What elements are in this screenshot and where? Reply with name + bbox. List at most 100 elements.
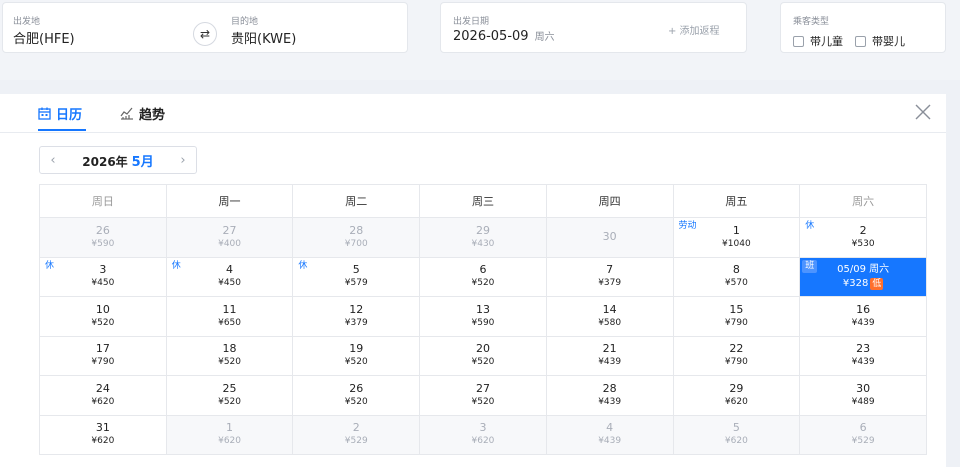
calendar-day[interactable]: 25 ¥520: [165, 375, 294, 416]
day-price: ¥529: [344, 436, 368, 447]
day-number: 13: [475, 302, 490, 316]
calendar-day[interactable]: 7 ¥379: [545, 256, 674, 297]
day-price: ¥520: [471, 357, 495, 368]
prev-month-chevron-icon[interactable]: ‹: [40, 153, 66, 168]
calendar-day[interactable]: 21 ¥439: [545, 335, 674, 376]
calendar-day[interactable]: 12 ¥379: [292, 296, 421, 337]
weekday-header: 周五: [672, 184, 801, 218]
swap-icon[interactable]: ⇄: [193, 22, 217, 46]
with-infant-label: 带婴儿: [872, 35, 905, 48]
calendar-day[interactable]: 26 ¥520: [292, 375, 421, 416]
calendar-day[interactable]: 14 ¥580: [545, 296, 674, 337]
destination-label: 目的地: [231, 17, 259, 27]
with-child-checkbox[interactable]: 带儿童: [793, 33, 843, 49]
day-number: 17: [95, 342, 110, 356]
calendar-day[interactable]: 29 ¥430: [419, 217, 547, 258]
with-infant-checkbox[interactable]: 带婴儿: [855, 33, 905, 49]
day-number: 2: [352, 421, 360, 435]
passenger-box: 乘客类型 带儿童 带婴儿: [780, 2, 946, 53]
day-price-line: ¥489: [800, 396, 926, 409]
calendar-day[interactable]: 10 ¥520: [39, 296, 167, 337]
day-number: 4: [226, 263, 234, 277]
calendar-day[interactable]: 6 ¥520: [419, 256, 547, 297]
calendar-day[interactable]: 17 ¥790: [39, 335, 167, 376]
calendar-day-selected[interactable]: 班 05/09 周六 ¥328 低: [799, 256, 927, 297]
month-navigator: ‹ 2026年 5月 ›: [39, 146, 197, 174]
year-text: 2026年: [82, 154, 128, 169]
calendar-day[interactable]: 30 ¥489: [799, 375, 927, 416]
close-icon[interactable]: [914, 103, 932, 121]
tab-trend-label: 趋势: [139, 108, 166, 123]
day-number: 26: [95, 223, 110, 237]
calendar-day[interactable]: 26 ¥590: [39, 217, 167, 258]
day-price: ¥379: [344, 317, 368, 328]
day-price-line: ¥579: [293, 277, 419, 290]
calendar-day[interactable]: 27 ¥520: [419, 375, 547, 416]
calendar-day[interactable]: 18 ¥520: [165, 335, 294, 376]
day-number: 4: [606, 421, 614, 435]
calendar-day[interactable]: 休 2 ¥530: [799, 217, 927, 258]
calendar-day[interactable]: 休 5 ¥579: [292, 256, 421, 297]
departure-value[interactable]: 合肥(HFE): [13, 28, 75, 47]
calendar-day[interactable]: 30: [545, 217, 674, 258]
day-price: ¥520: [218, 357, 241, 368]
day-price-line: ¥790: [674, 317, 800, 330]
add-return-button[interactable]: + 添加返程: [668, 22, 720, 37]
calendar-day[interactable]: 31 ¥620: [39, 414, 167, 455]
weekday-header: 周四: [545, 184, 674, 218]
destination-value[interactable]: 贵阳(KWE): [231, 28, 296, 47]
day-number: 6: [859, 421, 867, 435]
calendar-day[interactable]: 8 ¥570: [672, 256, 801, 297]
calendar-day[interactable]: 20 ¥520: [419, 335, 547, 376]
day-number: 29: [475, 223, 490, 237]
route-box: 出发地 合肥(HFE) ⇄ 目的地 贵阳(KWE): [2, 2, 408, 53]
weekday-header: 周日: [39, 184, 167, 218]
tab-trend[interactable]: 趋势: [120, 104, 165, 123]
lowest-price-badge: 低: [870, 278, 884, 291]
calendar-day[interactable]: 15 ¥790: [672, 296, 801, 337]
next-month-chevron-icon[interactable]: ›: [170, 153, 196, 168]
calendar-day[interactable]: 23 ¥439: [799, 335, 927, 376]
day-number: 6: [479, 263, 487, 277]
calendar-day[interactable]: 22 ¥790: [672, 335, 801, 376]
holiday-tag: 班: [802, 259, 818, 273]
calendar-day[interactable]: 28 ¥700: [292, 217, 421, 258]
day-price: ¥620: [724, 396, 748, 407]
calendar-day[interactable]: 4 ¥439: [545, 414, 674, 455]
calendar-day[interactable]: 劳动 1 ¥1040: [672, 217, 801, 258]
calendar-day[interactable]: 2 ¥529: [292, 414, 421, 455]
search-bar: 出发地 合肥(HFE) ⇄ 目的地 贵阳(KWE) 出发日期 2026-05-0…: [0, 0, 960, 80]
day-price-line: ¥529: [293, 435, 419, 448]
calendar-day[interactable]: 3 ¥620: [419, 414, 547, 455]
calendar-day[interactable]: 27 ¥400: [165, 217, 294, 258]
checkbox-icon: [855, 35, 866, 47]
day-price: ¥650: [218, 317, 241, 328]
day-price: ¥620: [471, 436, 495, 447]
day-price: ¥580: [598, 317, 622, 328]
holiday-tag: 休: [295, 259, 311, 273]
day-number: 29: [729, 381, 744, 395]
checkbox-icon: [793, 35, 804, 47]
tab-calendar[interactable]: 日历: [38, 104, 82, 123]
day-number: 24: [95, 381, 110, 395]
day-price: ¥520: [471, 278, 495, 289]
day-number: 25: [222, 381, 237, 395]
day-number: 3: [479, 421, 487, 435]
calendar-day[interactable]: 休 3 ¥450: [39, 256, 167, 297]
calendar-day[interactable]: 16 ¥439: [799, 296, 927, 337]
calendar-day[interactable]: 6 ¥529: [799, 414, 927, 455]
calendar-day[interactable]: 13 ¥590: [419, 296, 547, 337]
day-price-line: ¥620: [674, 435, 800, 448]
day-price: ¥620: [91, 396, 115, 407]
day-price-line: ¥439: [547, 396, 673, 409]
calendar-day[interactable]: 休 4 ¥450: [165, 256, 294, 297]
calendar-day[interactable]: 24 ¥620: [39, 375, 167, 416]
calendar-day[interactable]: 28 ¥439: [545, 375, 674, 416]
calendar-day[interactable]: 1 ¥620: [165, 414, 294, 455]
calendar-day[interactable]: 19 ¥520: [292, 335, 421, 376]
departure-date-value[interactable]: 2026-05-09 周六: [453, 28, 555, 44]
calendar-day[interactable]: 11 ¥650: [165, 296, 294, 337]
weekday-header: 周一: [165, 184, 294, 218]
calendar-day[interactable]: 5 ¥620: [672, 414, 801, 455]
calendar-day[interactable]: 29 ¥620: [672, 375, 801, 416]
